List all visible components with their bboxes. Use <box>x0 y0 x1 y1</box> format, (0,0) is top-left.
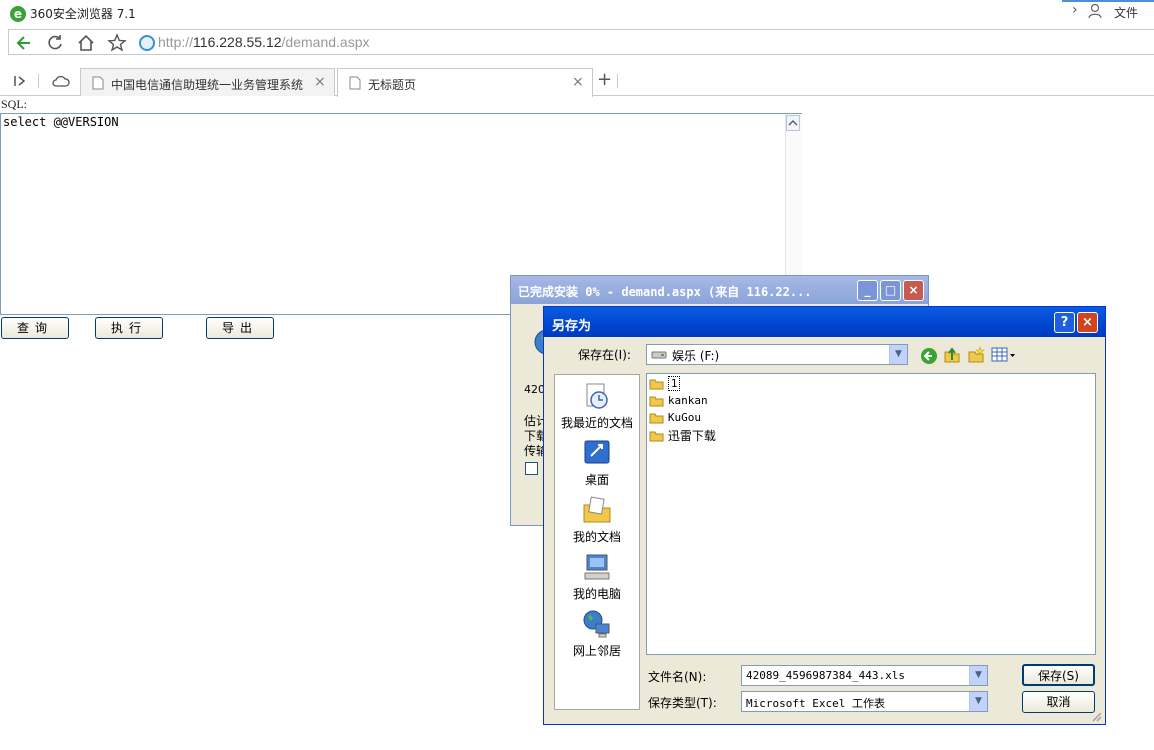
up-folder-icon[interactable] <box>943 346 961 364</box>
places-bar: 我最近的文档 桌面 我的文档 我的电脑 网上邻居 <box>554 374 640 710</box>
save-in-dropdown[interactable]: 娱乐 (F:) ▼ <box>646 344 908 365</box>
refresh-icon[interactable] <box>45 33 65 53</box>
tab-divider <box>38 74 39 88</box>
folder-icon <box>649 396 664 406</box>
favorite-star-icon[interactable] <box>107 33 127 53</box>
place-label: 我的文档 <box>572 530 621 544</box>
view-menu-icon[interactable] <box>991 347 1017 363</box>
file-list[interactable]: 1 kankan KuGou 迅雷下载 <box>646 373 1096 655</box>
download-dialog-titlebar: 已完成安装 0% - demand.aspx (来自 116.22... _ □… <box>511 276 928 304</box>
recent-documents-icon <box>586 383 608 409</box>
resize-grip-icon[interactable] <box>1090 710 1102 722</box>
tab-close-icon[interactable]: × <box>572 74 584 90</box>
help-icon[interactable]: ? <box>1054 312 1075 333</box>
browser-title: 360安全浏览器 7.1 <box>30 7 136 21</box>
url-path: /demand.aspx <box>281 34 370 50</box>
place-my-documents[interactable]: 我的文档 <box>555 495 639 545</box>
place-my-computer[interactable]: 我的电脑 <box>555 552 639 602</box>
filename-input[interactable]: 42089_4596987384_443.xls ▼ <box>741 665 988 686</box>
url-scheme: http:// <box>158 34 194 50</box>
filename-value: 42089_4596987384_443.xls <box>746 669 905 682</box>
tab-untitled-page[interactable]: 无标题页 × <box>337 68 593 97</box>
close-icon[interactable]: × <box>1077 312 1098 333</box>
place-label: 我最近的文档 <box>560 416 633 430</box>
close-icon[interactable]: × <box>903 280 924 301</box>
tab-label: 中国电信通信助理统一业务管理系统 <box>111 78 304 92</box>
place-network[interactable]: 网上邻居 <box>555 609 639 659</box>
filetype-dropdown[interactable]: Microsoft Excel 工作表 ▼ <box>741 691 988 712</box>
file-name: KuGou <box>667 411 701 424</box>
close-on-complete-checkbox[interactable] <box>525 462 538 475</box>
network-places-icon <box>583 610 610 638</box>
download-dialog-title: 已完成安装 0% - demand.aspx (来自 116.22... <box>518 285 812 299</box>
place-label: 我的电脑 <box>572 587 621 601</box>
cancel-button[interactable]: 取消 <box>1022 691 1095 713</box>
tab-telecom-system[interactable]: 中国电信通信助理统一业务管理系统 × <box>80 68 335 96</box>
url-host: 116.228.55.12 <box>193 34 282 50</box>
address-url[interactable]: http://116.228.55.12/demand.aspx <box>158 34 369 50</box>
place-label: 桌面 <box>584 473 609 487</box>
folder-item-1[interactable]: 1 <box>649 376 681 392</box>
minimize-icon[interactable]: _ <box>857 280 878 301</box>
save-in-value: 娱乐 (F:) <box>672 349 720 363</box>
dropdown-arrow-icon[interactable]: ▼ <box>969 692 987 711</box>
file-name: kankan <box>667 394 708 407</box>
save-dialog-title: 另存为 <box>552 319 592 334</box>
query-button[interactable]: 查询 <box>1 317 69 339</box>
place-label: 网上邻居 <box>572 644 621 658</box>
save-as-dialog: 另存为 ? × 保存在(I): 娱乐 (F:) ▼ 我最近的文档 桌面 我的文档… <box>543 306 1106 725</box>
desktop-icon <box>584 440 610 464</box>
navigation-bar: http://116.228.55.12/demand.aspx <box>0 28 1154 60</box>
page-icon <box>92 76 104 90</box>
home-icon[interactable] <box>76 33 96 53</box>
maximize-icon[interactable]: □ <box>880 280 901 301</box>
page-icon <box>349 76 361 90</box>
save-in-label: 保存在(I): <box>578 348 631 362</box>
filetype-label: 保存类型(T): <box>648 696 717 710</box>
file-name: 迅雷下载 <box>667 429 716 443</box>
tab-divider <box>617 74 618 88</box>
download-size-text: 420 <box>524 383 545 396</box>
save-button[interactable]: 保存(S) <box>1022 664 1095 686</box>
dropdown-arrow-icon[interactable]: ▼ <box>889 345 907 364</box>
folder-icon <box>649 379 664 389</box>
place-desktop[interactable]: 桌面 <box>555 438 639 488</box>
scroll-up-arrow-icon[interactable] <box>786 115 800 131</box>
dropdown-arrow-icon[interactable]: ▼ <box>969 666 987 685</box>
execute-button[interactable]: 执行 <box>95 317 163 339</box>
folder-icon <box>649 431 664 441</box>
new-tab-button[interactable]: + <box>597 69 612 90</box>
place-recent-documents[interactable]: 我最近的文档 <box>555 381 639 431</box>
export-button[interactable]: 导出 <box>206 317 274 339</box>
save-dialog-titlebar: 另存为 ? × <box>544 307 1105 337</box>
my-documents-icon <box>583 496 611 523</box>
file-menu[interactable]: 文件 <box>1114 4 1138 21</box>
sidebar-toggle-icon[interactable] <box>12 73 28 89</box>
user-icon[interactable] <box>1087 3 1103 19</box>
page-globe-icon <box>139 35 155 51</box>
cloud-icon[interactable] <box>51 73 71 89</box>
back-arrow-icon[interactable] <box>14 33 34 53</box>
tab-label: 无标题页 <box>368 78 417 92</box>
drive-icon <box>651 351 667 359</box>
sql-label: SQL: <box>1 97 28 111</box>
folder-item-kugou[interactable]: KuGou <box>649 410 701 426</box>
tab-close-icon[interactable]: × <box>314 74 326 90</box>
browser-titlebar: e 360安全浏览器 7.1 › 文件 <box>0 0 1154 28</box>
folder-icon <box>649 413 664 423</box>
new-folder-icon[interactable] <box>967 346 985 364</box>
back-icon[interactable] <box>920 347 938 365</box>
browser-logo-icon: e <box>10 6 26 22</box>
expand-chevron-icon[interactable]: › <box>1072 2 1078 18</box>
filetype-value: Microsoft Excel 工作表 <box>746 697 885 710</box>
folder-item-xunlei[interactable]: 迅雷下载 <box>649 427 716 443</box>
my-computer-icon <box>584 554 610 580</box>
filename-label: 文件名(N): <box>648 670 707 684</box>
folder-item-kankan[interactable]: kankan <box>649 393 708 409</box>
file-name: 1 <box>667 376 681 391</box>
tab-bar: 中国电信通信助理统一业务管理系统 × 无标题页 × + <box>0 64 1154 97</box>
